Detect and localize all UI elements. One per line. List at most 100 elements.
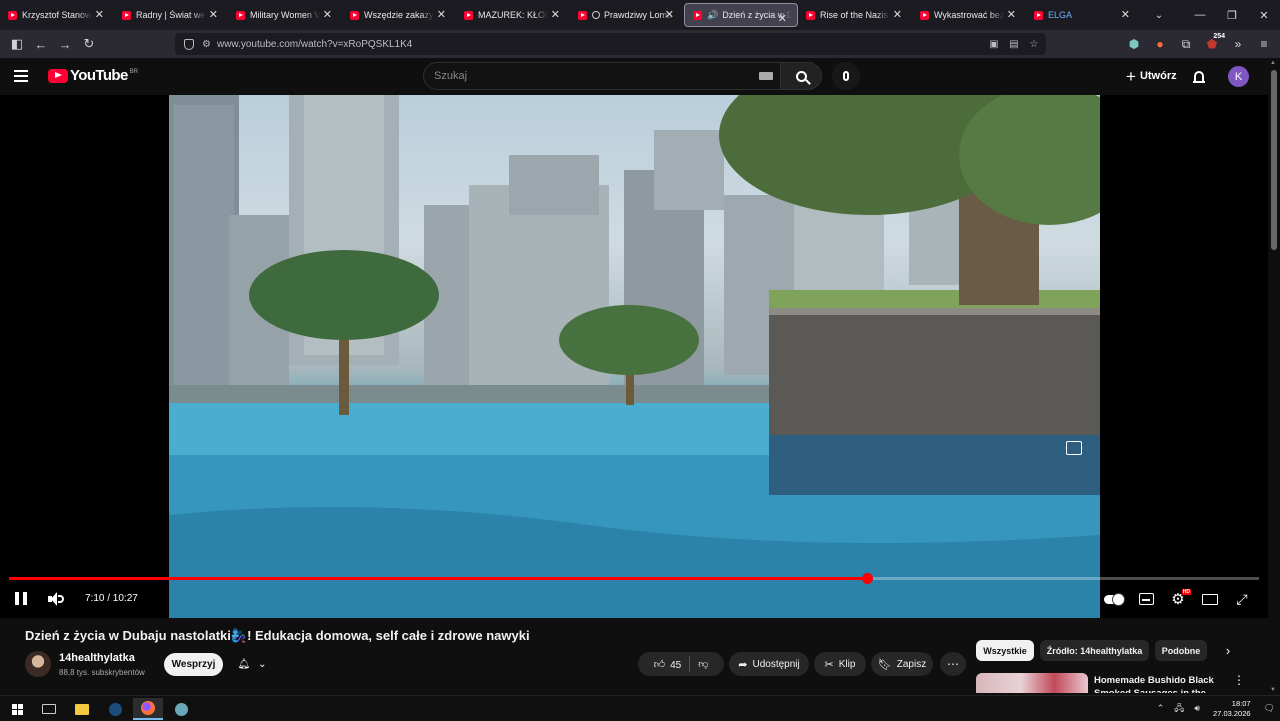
subtitles-icon[interactable]: [1136, 590, 1156, 608]
browser-tab-active[interactable]: 🔊 Dzień z życia w D ✕: [684, 3, 798, 27]
video-frame[interactable]: [169, 95, 1100, 618]
steam-icon[interactable]: [100, 698, 130, 720]
video-player[interactable]: 7:10 / 10:27 ⚙ HD ⤢: [0, 95, 1268, 618]
close-tab-icon[interactable]: ✕: [95, 8, 104, 21]
close-tab-icon[interactable]: ✕: [209, 8, 218, 21]
chip-source[interactable]: Źródło: 14healthylatka: [1040, 640, 1149, 661]
youtube-logo[interactable]: YouTube BR: [48, 67, 138, 84]
channel-name[interactable]: 14healthylatka: [59, 652, 135, 664]
close-window-icon[interactable]: ✕: [1248, 0, 1280, 30]
clock[interactable]: 18:07 27.03.2026: [1213, 699, 1251, 719]
recommendation-thumbnail[interactable]: [976, 673, 1088, 693]
back-icon[interactable]: ←: [29, 32, 53, 56]
chip-related[interactable]: Podobne: [1155, 640, 1207, 661]
close-tab-icon[interactable]: ✕: [437, 8, 446, 21]
keyboard-icon[interactable]: [759, 72, 773, 80]
settings-gear-icon[interactable]: ⚙ HD: [1168, 589, 1191, 608]
extension-shield-icon[interactable]: ⬢: [1124, 32, 1144, 56]
taskbar-tool-icon[interactable]: [166, 698, 196, 720]
picture-in-picture-icon[interactable]: ▣: [988, 38, 1000, 50]
extensions-puzzle-icon[interactable]: ⧉: [1176, 32, 1196, 56]
page-scrollbar[interactable]: ▲ ▼: [1268, 58, 1280, 695]
speaker-icon[interactable]: 🔊︎: [1194, 703, 1200, 714]
start-button[interactable]: [2, 698, 32, 720]
reload-icon[interactable]: ↻: [77, 32, 101, 56]
close-tab-icon[interactable]: ✕: [778, 12, 787, 25]
audio-playing-icon[interactable]: 🔊: [707, 10, 718, 21]
progress-bar[interactable]: [9, 573, 1259, 584]
voice-search-button[interactable]: [832, 62, 860, 90]
restore-icon[interactable]: ❐: [1216, 0, 1248, 30]
chip-all[interactable]: Wszystkie: [976, 640, 1034, 661]
bookmark-star-icon[interactable]: ☆: [1028, 38, 1040, 50]
player-controls: 7:10 / 10:27 ⚙ HD ⤢: [0, 585, 1268, 613]
save-label: Zapisz: [896, 658, 927, 670]
address-bar[interactable]: ⚙ www.youtube.com/watch?v=xRoPQSKL1K4 ▣ …: [175, 33, 1046, 55]
more-actions-icon[interactable]: ⋯: [940, 652, 966, 676]
autoplay-toggle[interactable]: [1104, 590, 1125, 608]
chevron-right-icon[interactable]: ›: [1219, 641, 1237, 659]
browser-tab[interactable]: Wszędzie zakazy i pr✕: [342, 0, 456, 30]
search-input[interactable]: [423, 62, 781, 90]
scrollbar-thumb[interactable]: [1271, 70, 1277, 250]
create-button[interactable]: + Utwórz: [1116, 63, 1187, 89]
scroll-up-icon[interactable]: ▲: [1270, 60, 1276, 66]
browser-tab[interactable]: Rise of the Nazis and✕: [798, 0, 912, 30]
overflow-chevrons-icon[interactable]: »: [1228, 32, 1248, 56]
ublock-icon[interactable]: ⬟ 254: [1202, 32, 1225, 56]
sidebar-toggle-icon[interactable]: ◧: [5, 32, 29, 56]
file-explorer-icon[interactable]: [67, 698, 97, 720]
firefox-icon[interactable]: [133, 698, 163, 720]
browser-tab[interactable]: Wykastrować bezdo✕: [912, 0, 1026, 30]
forward-icon[interactable]: →: [53, 32, 77, 56]
reader-view-icon[interactable]: ▤: [1008, 38, 1020, 50]
close-tab-icon[interactable]: ✕: [1121, 8, 1130, 21]
notifications-button[interactable]: [1188, 65, 1210, 87]
close-tab-icon[interactable]: ✕: [893, 8, 902, 21]
fullscreen-icon[interactable]: ⤢: [1232, 590, 1252, 608]
account-avatar[interactable]: K: [1228, 66, 1249, 87]
kebab-menu-icon[interactable]: ⋮: [1233, 673, 1245, 687]
pause-icon[interactable]: [15, 592, 27, 605]
app-menu-icon[interactable]: ≡: [1254, 32, 1274, 56]
theater-mode-icon[interactable]: [1200, 590, 1220, 608]
tracking-protection-icon[interactable]: [184, 38, 194, 50]
clip-label: Klip: [838, 658, 856, 670]
scrubber-handle[interactable]: [861, 573, 873, 584]
browser-tab[interactable]: Military Women VS S✕: [228, 0, 342, 30]
subscriber-count: 88,8 tys. subskrybentów: [59, 668, 145, 677]
clock-date: 27.03.2026: [1213, 708, 1251, 718]
close-tab-icon[interactable]: ✕: [665, 8, 674, 21]
recommendation-title[interactable]: Homemade Bushido Black Smoked Sausages i…: [1094, 674, 1214, 693]
share-button[interactable]: ➦ Udostępnij: [729, 652, 809, 676]
notifications-icon[interactable]: 🗨︎: [1264, 703, 1275, 714]
browser-tab[interactable]: ELGA ✕: [1026, 0, 1140, 30]
close-tab-icon[interactable]: ✕: [551, 8, 560, 21]
minimize-icon[interactable]: —: [1184, 0, 1216, 30]
save-button[interactable]: 🔖︎ Zapisz: [871, 652, 933, 676]
browser-tab[interactable]: Radny | Świat według✕: [114, 0, 228, 30]
scroll-down-icon[interactable]: ▼: [1270, 687, 1276, 693]
close-tab-icon[interactable]: ✕: [1007, 8, 1016, 21]
search-button[interactable]: [781, 62, 822, 90]
miniplayer-icon[interactable]: [1066, 441, 1082, 455]
dislike-button[interactable]: 👎︎: [698, 658, 708, 670]
tray-chevron-icon[interactable]: ⌃: [1157, 703, 1165, 714]
browser-tab[interactable]: Prawdziwy Lomb ✕: [570, 0, 684, 30]
extension-fox-icon[interactable]: ●: [1150, 32, 1170, 56]
support-button[interactable]: Wesprzyj: [164, 653, 223, 676]
browser-tab[interactable]: Krzysztof Stanowski.✕: [0, 0, 114, 30]
site-permissions-icon[interactable]: ⚙: [202, 39, 211, 50]
close-tab-icon[interactable]: ✕: [323, 8, 332, 21]
url-text[interactable]: www.youtube.com/watch?v=xRoPQSKL1K4: [217, 39, 412, 50]
network-icon[interactable]: 🖧︎: [1174, 701, 1184, 717]
clip-button[interactable]: ✂ Klip: [814, 652, 866, 676]
taskbar-monitor-icon[interactable]: [34, 698, 64, 720]
tab-list-chevron-icon[interactable]: ⌄: [1146, 0, 1172, 30]
browser-tab[interactable]: MAZUREK: KŁODZKO✕: [456, 0, 570, 30]
like-button[interactable]: 👍︎ 45: [654, 658, 682, 671]
volume-icon[interactable]: [48, 592, 64, 606]
hamburger-menu-icon[interactable]: [14, 66, 34, 86]
channel-avatar[interactable]: [25, 651, 51, 677]
subscription-bell-button[interactable]: 🔔︎ ⌄: [228, 653, 276, 676]
